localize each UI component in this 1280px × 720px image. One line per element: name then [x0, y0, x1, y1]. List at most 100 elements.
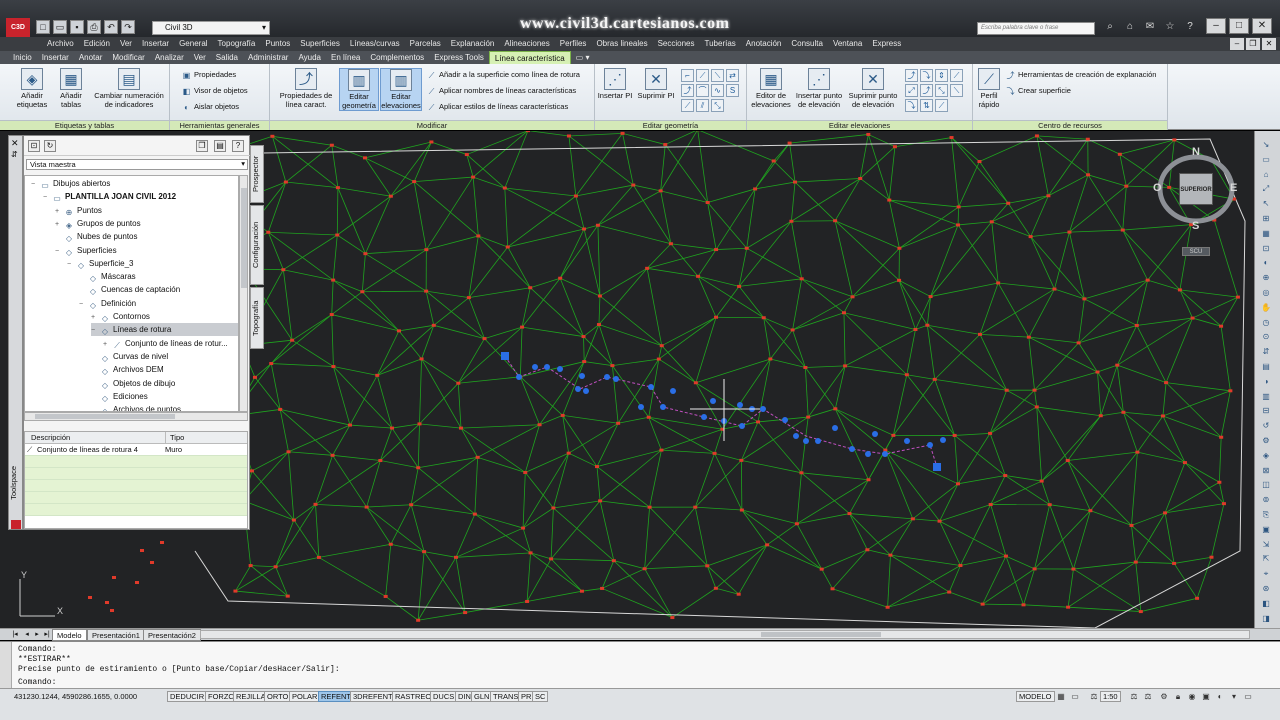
breakline[interactable] — [504, 355, 938, 468]
tree-node[interactable]: ◇ Cuencas de captación — [79, 283, 180, 296]
ribbon-tab[interactable]: Insertar — [37, 51, 74, 64]
drawing-horizontal-scrollbar[interactable] — [200, 630, 1250, 639]
ribbon-minimize-icon[interactable]: ▭ ▾ — [571, 51, 595, 64]
ribbon-tab[interactable]: Administrar — [243, 51, 293, 64]
ribbon-tab[interactable]: Anotar — [74, 51, 108, 64]
ribbon-tab[interactable]: Analizar — [150, 51, 189, 64]
propiedades-button[interactable]: ▣ Propiedades — [182, 70, 236, 80]
menu-item[interactable]: Explanación — [446, 37, 500, 51]
ribbon-tab[interactable]: Línea característica — [488, 51, 571, 64]
aislar-objetos-button[interactable]: ◐ Aislar objetos — [182, 102, 239, 112]
isolate-status-icon[interactable]: ◐ — [1214, 691, 1226, 702]
tool-layer-icon[interactable]: ▦ — [1259, 228, 1273, 239]
menu-item[interactable]: Insertar — [137, 37, 174, 51]
tree-node[interactable]: ◇ Máscaras — [79, 270, 136, 283]
menu-item[interactable]: Perfiles — [555, 37, 592, 51]
grip-point[interactable] — [575, 386, 581, 392]
compass-west[interactable]: O — [1153, 182, 1162, 194]
tree-node[interactable]: ◇ Archivos DEM — [91, 363, 164, 376]
grip-point[interactable] — [782, 417, 788, 423]
tool-crosshair-icon[interactable]: ⌖ — [1259, 568, 1273, 579]
trim-icon[interactable]: ⟋ — [696, 69, 709, 82]
tree-node[interactable]: − ▭ PLANTILLA JOAN CIVIL 2012 — [43, 190, 176, 203]
tree-node[interactable]: ◇ Nubes de puntos — [55, 230, 138, 243]
preview-icon[interactable]: ❐ — [196, 140, 208, 152]
tree-expander-icon[interactable]: − — [91, 324, 100, 337]
palette-help-icon[interactable]: ? — [232, 140, 244, 152]
viewcube[interactable]: N S E O SUPERIOR SCU — [1153, 146, 1240, 256]
palette-close-icon[interactable]: ✕ — [11, 138, 19, 149]
tree-node[interactable]: ◇ Archivos de puntos — [91, 403, 181, 411]
ucs-menu[interactable]: SCU — [1182, 247, 1210, 256]
command-prompt[interactable]: Comando: — [18, 678, 56, 688]
menu-item[interactable]: Obras lineales — [591, 37, 652, 51]
clean-screen-icon[interactable]: ▭ — [1242, 691, 1254, 702]
tool-half-icon[interactable]: ◑ — [1259, 376, 1273, 387]
endpoint-grip[interactable] — [933, 463, 941, 471]
ribbon-tab[interactable]: Salida — [211, 51, 243, 64]
tool-star-icon[interactable]: ⊛ — [1259, 583, 1273, 594]
grip-point[interactable] — [849, 446, 855, 452]
annotation-visibility-icon[interactable]: ⚖ — [1128, 691, 1140, 702]
grip-point[interactable] — [865, 451, 871, 457]
adjacent-elevation-icon[interactable]: ⤡ — [935, 84, 948, 97]
print-icon[interactable]: ⎙ — [87, 20, 101, 34]
grade-icon[interactable]: ⟋ — [950, 69, 963, 82]
ribbon-tab[interactable]: Ayuda — [293, 51, 326, 64]
menu-item[interactable]: Alineaciones — [499, 37, 554, 51]
grip-point[interactable] — [557, 366, 563, 372]
smooth-icon[interactable]: S — [726, 84, 739, 97]
tab-configuracion[interactable]: Configuración — [250, 205, 264, 285]
tool-square-icon[interactable]: ▣ — [1259, 524, 1273, 535]
menu-item[interactable]: Archivo — [42, 37, 79, 51]
new-file-icon[interactable]: □ — [36, 20, 50, 34]
status-toggle[interactable]: SC — [532, 691, 549, 702]
insertar-pi-button[interactable]: ⋰ Insertar PI — [595, 68, 635, 101]
communication-icon[interactable]: ✉ — [1143, 20, 1157, 34]
grip-point[interactable] — [532, 364, 538, 370]
tool-target-icon[interactable]: ⊙ — [1259, 331, 1273, 342]
tree-node[interactable]: − ◇ Superficies — [55, 244, 117, 257]
tree-node[interactable]: ◇ Curvas de nivel — [91, 350, 168, 363]
autoscale-icon[interactable]: ⚖ — [1142, 691, 1154, 702]
grip-point[interactable] — [579, 373, 585, 379]
grid-display-icon[interactable]: ▦ — [1055, 691, 1067, 702]
minimize-button[interactable]: – — [1206, 18, 1226, 34]
tool-expand-icon[interactable]: ⇲ — [1259, 539, 1273, 550]
viewport-icon[interactable]: ▭ — [1069, 691, 1081, 702]
tool-plus-icon[interactable]: ⊕ — [1259, 272, 1273, 283]
grip-point[interactable] — [882, 451, 888, 457]
view-select[interactable]: Vista maestra — [26, 159, 248, 170]
tree-node[interactable]: − ◇ Superficie_3 — [67, 257, 133, 270]
fit-curve-icon[interactable]: ∿ — [711, 84, 724, 97]
grip-point[interactable] — [832, 425, 838, 431]
menu-item[interactable]: Superficies — [295, 37, 345, 51]
tool-table-icon[interactable]: ▥ — [1259, 391, 1273, 402]
last-tab-icon[interactable]: ▸| — [42, 629, 52, 641]
tree-node[interactable]: ◇ Objetos de dibujo — [91, 377, 175, 390]
ribbon-tab[interactable]: Express Tools — [429, 51, 489, 64]
aplicar-nombres-button[interactable]: ⟋ Aplicar nombres de líneas característic… — [427, 86, 576, 96]
grip-point[interactable] — [544, 364, 550, 370]
stretch-icon[interactable]: ⤡ — [711, 99, 724, 112]
grip-point[interactable] — [660, 404, 666, 410]
prev-tab-icon[interactable]: ◂ — [22, 629, 32, 641]
suprimir-pi-button[interactable]: ✕ Suprimir PI — [635, 68, 677, 101]
grip-point[interactable] — [927, 442, 933, 448]
tree-horizontal-scrollbar[interactable] — [24, 412, 248, 421]
tool-circle-icon[interactable]: ⊚ — [1259, 494, 1273, 505]
tree-node[interactable]: − ◇ Definición — [79, 297, 136, 310]
refresh-icon[interactable]: ↻ — [44, 140, 56, 152]
tool-sort-icon[interactable]: ⇵ — [1259, 346, 1273, 357]
herramientas-explanacion-button[interactable]: ⤴ Herramientas de creación de explanación — [1006, 70, 1157, 80]
tool-minus-icon[interactable]: ⊟ — [1259, 405, 1273, 416]
menu-item[interactable]: Puntos — [260, 37, 295, 51]
compass-east[interactable]: E — [1230, 182, 1237, 194]
menu-item[interactable]: Topografía — [213, 37, 261, 51]
save-icon[interactable]: ▪ — [70, 20, 84, 34]
tool-gear-icon[interactable]: ⚙ — [1259, 435, 1273, 446]
weed-icon[interactable]: ⤴ — [681, 84, 694, 97]
ribbon-tab[interactable]: Inicio — [8, 51, 37, 64]
grip-point[interactable] — [904, 438, 910, 444]
tree-vertical-scrollbar[interactable] — [239, 175, 248, 412]
